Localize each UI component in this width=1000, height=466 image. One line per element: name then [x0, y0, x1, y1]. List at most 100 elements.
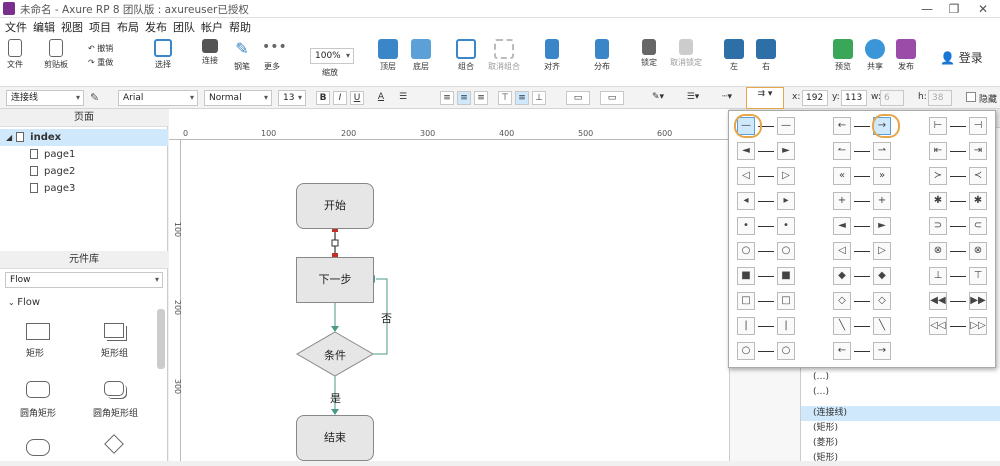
arrow-start-icon[interactable]: + — [833, 192, 851, 210]
ungroup-button[interactable]: 取消组合 — [484, 39, 524, 72]
end-node[interactable]: 结束 — [296, 415, 374, 461]
arrow-style-option[interactable]: ≻ ≺ — [929, 167, 989, 185]
close-icon[interactable]: ✕ — [970, 0, 996, 18]
arrow-end-icon[interactable]: ▷▷ — [969, 317, 987, 335]
arrow-end-icon[interactable]: ⊗ — [969, 242, 987, 260]
arrow-start-icon[interactable]: ◄ — [833, 217, 851, 235]
group-button[interactable]: 组合 — [452, 39, 480, 72]
menu-help[interactable]: 帮助 — [229, 19, 251, 35]
font-size-select[interactable]: 13 — [278, 90, 306, 106]
publish-button[interactable]: 发布 — [893, 39, 919, 72]
pen-button[interactable]: ✎ 钢笔 — [229, 39, 255, 72]
rectangle-widget[interactable] — [26, 323, 50, 340]
arrow-end-icon[interactable]: ▸ — [777, 192, 795, 210]
line-width-icon[interactable]: ☰▾ — [680, 91, 706, 105]
arrow-style-option[interactable]: ◁◁ ▷▷ — [929, 317, 989, 335]
underline-button[interactable]: U — [350, 91, 364, 105]
arrow-style-option[interactable]: ⊃ ⊂ — [929, 217, 989, 235]
layer-row-connector[interactable]: (连接线) — [801, 406, 1000, 421]
italic-button[interactable]: I — [333, 91, 347, 105]
minimize-icon[interactable]: — — [914, 0, 940, 18]
maximize-icon[interactable]: ❐ — [941, 0, 967, 18]
arrow-end-icon[interactable]: ✱ — [969, 192, 987, 210]
zoom-select[interactable]: 100% — [310, 48, 354, 64]
menu-project[interactable]: 项目 — [89, 19, 111, 35]
library-select[interactable]: Flow — [5, 272, 163, 288]
arrow-end-icon[interactable]: ◆ — [873, 267, 891, 285]
arrow-start-icon[interactable]: ◁ — [737, 167, 755, 185]
page-item-page2[interactable]: page2 — [0, 163, 168, 180]
arrow-start-icon[interactable]: ◀◀ — [929, 292, 947, 310]
arrow-end-icon[interactable]: ► — [777, 142, 795, 160]
start-node[interactable]: 开始 — [296, 183, 374, 229]
top-layer-button[interactable]: 顶层 — [375, 39, 401, 72]
arrow-end-icon[interactable]: ▷ — [777, 167, 795, 185]
selection-handle[interactable] — [331, 239, 339, 247]
format-painter-icon[interactable]: ✎ — [90, 91, 99, 104]
arrow-start-icon[interactable]: ◇ — [833, 292, 851, 310]
rectangle-group-widget[interactable] — [104, 323, 124, 338]
align-center-icon[interactable]: ≡ — [457, 91, 471, 105]
arrow-start-icon[interactable]: | — [737, 317, 755, 335]
menu-publish[interactable]: 发布 — [145, 19, 167, 35]
rounded-rectangle-group-widget[interactable] — [104, 381, 124, 396]
arrow-style-option[interactable]: ◄ ► — [833, 217, 893, 235]
arrow-end-icon[interactable]: ⇀ — [873, 142, 891, 160]
font-color-button[interactable]: A — [374, 91, 388, 105]
arrow-start-icon[interactable]: ■ — [737, 267, 755, 285]
arrow-end-icon[interactable]: ⊤ — [969, 267, 987, 285]
preview-button[interactable]: 预览 — [830, 39, 856, 72]
arrow-start-icon[interactable]: ≻ — [929, 167, 947, 185]
arrow-style-option[interactable]: ◂ ▸ — [737, 192, 797, 210]
arrow-end-icon[interactable]: ⊂ — [969, 217, 987, 235]
arrow-start-icon[interactable]: ◆ — [833, 267, 851, 285]
arrow-end-icon[interactable]: ▷ — [873, 242, 891, 260]
arrow-start-icon[interactable]: ✱ — [929, 192, 947, 210]
arrow-style-option[interactable]: ↼ ⇀ — [833, 142, 893, 160]
arrow-end-icon[interactable]: ≺ — [969, 167, 987, 185]
arrow-start-icon[interactable]: ○ — [737, 342, 755, 360]
arrow-start-icon[interactable]: « — [833, 167, 851, 185]
menu-file[interactable]: 文件 — [5, 19, 27, 35]
menu-edit[interactable]: 编辑 — [33, 19, 55, 35]
arrow-style-option[interactable]: ◁ ▷ — [833, 242, 893, 260]
arrow-end-icon[interactable]: ◇ — [873, 292, 891, 310]
arrow-style-option[interactable]: ╲ ╲ — [833, 317, 893, 335]
arrow-style-option[interactable]: + + — [833, 192, 893, 210]
layer-row[interactable]: (矩形) — [801, 421, 1000, 436]
menu-view[interactable]: 视图 — [61, 19, 83, 35]
fill-color-button[interactable]: ▭ — [566, 91, 590, 105]
hide-checkbox[interactable] — [966, 92, 976, 102]
arrow-start-icon[interactable]: ⊗ — [929, 242, 947, 260]
page-item-page1[interactable]: page1 — [0, 146, 168, 163]
rounded-rectangle-widget[interactable] — [26, 381, 50, 398]
connect-button[interactable]: 连接 — [197, 39, 223, 66]
arrow-end-icon[interactable]: ■ — [777, 267, 795, 285]
layer-row[interactable]: (菱形) — [801, 436, 1000, 451]
weight-select[interactable]: Normal — [204, 90, 272, 106]
arrow-style-option[interactable]: ← → — [833, 342, 893, 360]
arrow-start-icon[interactable]: ◁ — [833, 242, 851, 260]
arrow-end-icon[interactable]: + — [873, 192, 891, 210]
line-pattern-icon[interactable]: ┄▾ — [714, 91, 740, 105]
arrow-end-icon[interactable]: — — [777, 117, 795, 135]
arrow-style-option[interactable]: | | — [737, 317, 797, 335]
redo-button[interactable]: ↷ 重做 — [88, 57, 113, 68]
align-button[interactable]: 对齐 — [538, 39, 566, 72]
select-button[interactable]: 选择 — [143, 39, 183, 70]
arrow-start-icon[interactable]: ╲ — [833, 317, 851, 335]
page-item-page3[interactable]: page3 — [0, 180, 168, 197]
bold-button[interactable]: B — [316, 91, 330, 105]
layer-row[interactable]: (矩形) — [801, 451, 1000, 466]
arrow-style-option[interactable]: ◆ ◆ — [833, 267, 893, 285]
arrow-end-icon[interactable]: ► — [873, 217, 891, 235]
library-scrollbar[interactable] — [157, 309, 165, 369]
collapse-icon[interactable]: ◢ — [6, 133, 12, 142]
arrow-style-option[interactable]: «» — [833, 167, 893, 185]
bottom-layer-button[interactable]: 底层 — [408, 39, 434, 72]
diamond-widget[interactable] — [104, 434, 124, 454]
arrow-style-option[interactable]: ⊢ ⊣ — [929, 117, 989, 135]
menu-account[interactable]: 帐户 — [201, 19, 223, 35]
arrow-end-icon[interactable]: ╲ — [873, 317, 891, 335]
more-button[interactable]: ••• 更多 — [259, 39, 287, 72]
